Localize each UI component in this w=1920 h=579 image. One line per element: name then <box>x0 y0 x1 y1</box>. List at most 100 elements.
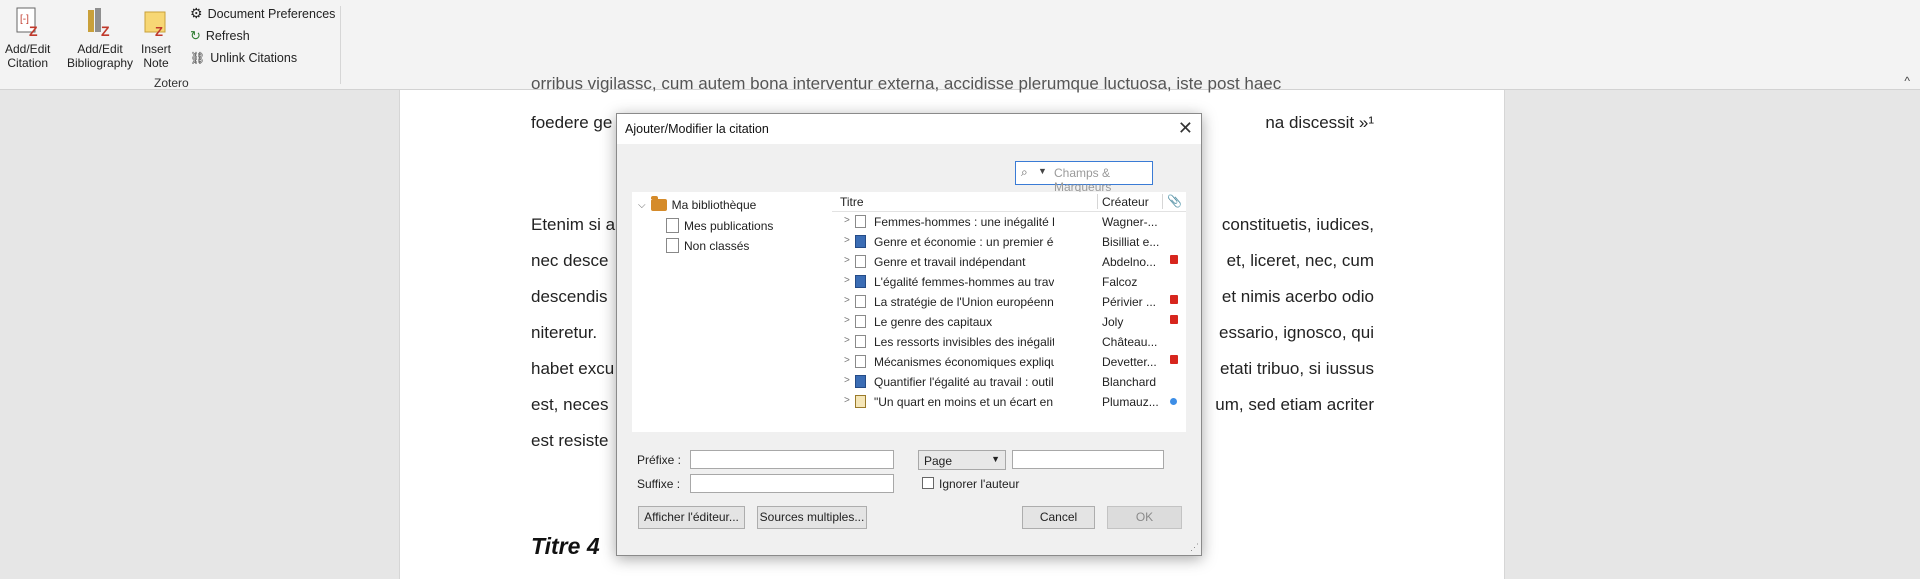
book-icon <box>855 375 866 388</box>
chevron-right-icon[interactable]: > <box>844 295 850 306</box>
chevron-right-icon[interactable]: > <box>844 275 850 286</box>
locator-select[interactable]: Page ▼ <box>918 450 1006 470</box>
tree-item-label: Mes publications <box>684 218 774 233</box>
line-left: Etenim si a <box>531 215 616 234</box>
item-title: Les ressorts invisibles des inégalités f… <box>874 335 1054 349</box>
suffix-label: Suffixe : <box>637 477 681 491</box>
table-row[interactable]: > La stratégie de l'Union européenne pou.… <box>832 292 1186 312</box>
pdf-icon[interactable] <box>1170 255 1178 264</box>
line-right: essario, ignosco, qui <box>1219 323 1374 342</box>
ignore-author-label[interactable]: Ignorer l'auteur <box>939 477 1019 491</box>
pdf-icon[interactable] <box>1170 315 1178 324</box>
item-title: Genre et économie : un premier éclaira..… <box>874 235 1054 249</box>
gear-icon: ⚙ <box>190 5 203 21</box>
link-icon[interactable] <box>1170 398 1177 405</box>
tree-item-library[interactable]: ⌵ Ma bibliothèque <box>638 196 757 212</box>
chevron-right-icon[interactable]: > <box>844 215 850 226</box>
table-row[interactable]: > Le genre des capitaux Joly <box>832 312 1186 332</box>
item-title: Le genre des capitaux <box>874 315 993 329</box>
document-icon <box>855 335 866 348</box>
table-row[interactable]: > L'égalité femmes-hommes au travail : ..… <box>832 272 1186 292</box>
items-list: Titre Créateur 📎 > Femmes-hommes : une in… <box>832 192 1186 432</box>
chevron-right-icon[interactable]: > <box>844 315 850 326</box>
prefix-label: Préfixe : <box>637 453 682 467</box>
partial-line: orribus vigilassc, cum autem bona interv… <box>531 74 1282 93</box>
show-editor-button[interactable]: Afficher l'éditeur... <box>638 506 745 529</box>
column-creator[interactable]: Créateur <box>1102 195 1149 209</box>
document-icon <box>855 255 866 268</box>
item-title: L'égalité femmes-hommes au travail : ... <box>874 275 1054 289</box>
column-title[interactable]: Titre <box>840 195 864 209</box>
ok-button[interactable]: OK <box>1107 506 1182 529</box>
add-edit-citation-button[interactable]: [-] Z Add/Edit Citation <box>5 6 50 70</box>
newspaper-icon <box>855 395 866 408</box>
list-header: Titre Créateur 📎 <box>832 192 1186 212</box>
line-left: est, neces <box>531 395 609 414</box>
chevron-right-icon[interactable]: > <box>844 395 850 406</box>
tree-item-unfiled[interactable]: Non classés <box>666 238 749 253</box>
document-icon <box>855 315 866 328</box>
resize-grip-icon[interactable]: ⋰ <box>1190 542 1199 553</box>
multiple-sources-button[interactable]: Sources multiples... <box>757 506 867 529</box>
table-row[interactable]: > Mécanismes économiques expliquant l... D… <box>832 352 1186 372</box>
table-row[interactable]: > Genre et travail indépendant Abdelno... <box>832 252 1186 272</box>
add-edit-bibliography-button[interactable]: Z Add/Edit Bibliography <box>67 6 133 70</box>
note-icon: Z <box>141 6 171 39</box>
item-creator: Château... <box>1102 335 1158 349</box>
tree-item-my-publications[interactable]: Mes publications <box>666 218 773 233</box>
item-creator: Falcoz <box>1102 275 1138 289</box>
chevron-right-icon[interactable]: > <box>844 335 850 346</box>
item-creator: Périvier ... <box>1102 295 1157 309</box>
unlink-citations-button[interactable]: ⛓ Unlink Citations <box>190 51 297 65</box>
document-preferences-button[interactable]: ⚙ Document Preferences <box>190 5 335 22</box>
tree-item-label: Ma bibliothèque <box>671 198 757 212</box>
document-icon <box>666 218 679 233</box>
chevron-right-icon[interactable]: > <box>844 235 850 246</box>
refresh-button[interactable]: ↻ Refresh <box>190 28 250 44</box>
table-row[interactable]: > "Un quart en moins et un écart en plus.… <box>832 392 1186 412</box>
table-row[interactable]: > Femmes-hommes : une inégalité libre... W… <box>832 212 1186 232</box>
search-input[interactable]: ⌕ ▼ Champs & Marqueurs <box>1015 161 1153 194</box>
ignore-author-checkbox[interactable] <box>922 477 934 489</box>
suffix-input[interactable] <box>690 474 894 493</box>
column-divider[interactable] <box>1097 194 1098 209</box>
item-title: La stratégie de l'Union européenne pou..… <box>874 295 1054 309</box>
chevron-right-icon[interactable]: > <box>844 255 850 266</box>
chevron-down-icon[interactable]: ⌵ <box>638 200 646 211</box>
svg-text:Z: Z <box>29 23 38 38</box>
line-left: niteretur. <box>531 323 598 342</box>
line-right: na discessit »¹ <box>1265 113 1374 132</box>
prefix-input[interactable] <box>690 450 894 469</box>
item-title: Quantifier l'égalité au travail : outils… <box>874 375 1054 389</box>
citation-icon: [-] Z <box>13 6 43 39</box>
table-row[interactable]: > Quantifier l'égalité au travail : outil… <box>832 372 1186 392</box>
tree-item-label: Non classés <box>684 238 750 253</box>
pdf-icon[interactable] <box>1170 355 1178 364</box>
dialog-title: Ajouter/Modifier la citation <box>625 122 769 136</box>
refresh-icon: ↻ <box>190 28 201 43</box>
chevron-right-icon[interactable]: > <box>844 355 850 366</box>
table-row[interactable]: > Genre et économie : un premier éclaira.… <box>832 232 1186 252</box>
line-left: est resiste <box>531 431 609 450</box>
document-icon <box>855 295 866 308</box>
cancel-button[interactable]: Cancel <box>1022 506 1095 529</box>
citation-dialog: Ajouter/Modifier la citation ✕ ⌕ ▼ Champ… <box>616 113 1202 556</box>
paperclip-icon[interactable]: 📎 <box>1167 194 1182 208</box>
table-row[interactable]: > Les ressorts invisibles des inégalités … <box>832 332 1186 352</box>
locator-input[interactable] <box>1012 450 1164 469</box>
refresh-label: Refresh <box>205 29 250 43</box>
column-divider[interactable] <box>1162 194 1163 209</box>
chevron-right-icon[interactable]: > <box>844 375 850 386</box>
svg-text:Z: Z <box>155 24 163 38</box>
chevron-down-icon[interactable]: ▼ <box>1038 166 1047 176</box>
group-label: Zotero <box>154 76 189 90</box>
citation-label-2: Citation <box>7 56 49 70</box>
search-icon: ⌕ <box>1021 165 1028 179</box>
item-creator: Blanchard <box>1102 375 1157 389</box>
pdf-icon[interactable] <box>1170 295 1178 304</box>
book-icon <box>855 235 866 248</box>
insert-note-button[interactable]: Z Insert Note <box>141 6 171 70</box>
search-placeholder: Champs & Marqueurs <box>1054 166 1112 194</box>
collapse-ribbon-icon[interactable]: ^ <box>1904 74 1910 88</box>
close-icon[interactable]: ✕ <box>1178 119 1193 137</box>
